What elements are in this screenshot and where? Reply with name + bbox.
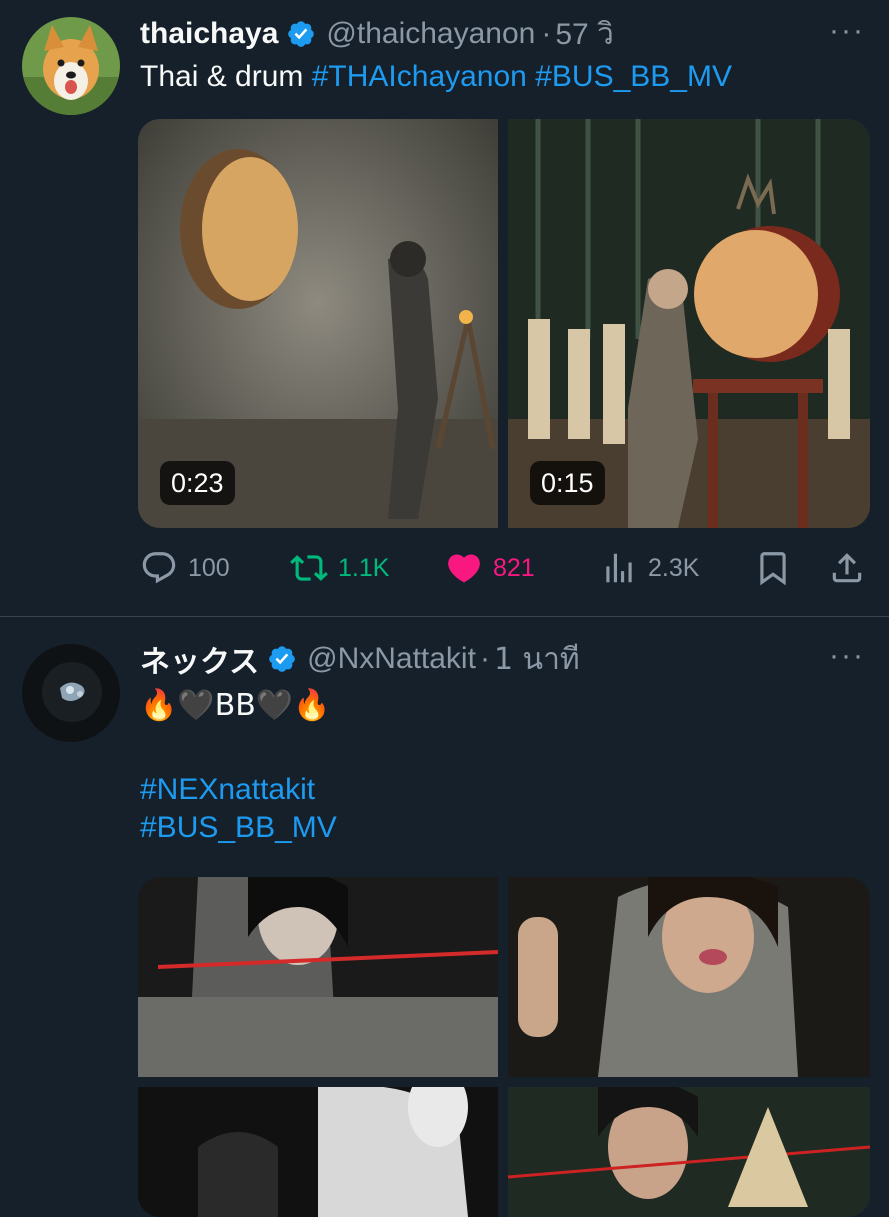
more-icon[interactable]: ··· [829, 639, 865, 673]
tweet-text: Thai & drum #THAIchayanon #BUS_BB_MV [140, 58, 732, 96]
views-count: 2.3K [648, 553, 700, 582]
video-duration: 0:23 [160, 461, 235, 505]
video-thumbnail[interactable]: 0:15 [508, 119, 870, 528]
like-count: 821 [493, 553, 535, 582]
separator: · [479, 642, 490, 675]
photo-thumbnail[interactable] [508, 877, 870, 1077]
media-grid: 0:23 0:15 [138, 119, 870, 528]
tweet-1[interactable]: thaichaya @thaichayanon · 57 วิ ··· Thai… [0, 0, 889, 615]
tweet-header: ネックス @NxNattakit · 1 นาที [140, 637, 580, 681]
media-grid [138, 877, 870, 1217]
display-name[interactable]: thaichaya [140, 17, 278, 51]
like-button[interactable]: 821 [445, 549, 535, 587]
tweet-header: thaichaya @thaichayanon · 57 วิ [140, 14, 614, 54]
avatar[interactable] [22, 17, 120, 115]
display-name[interactable]: ネックス [140, 637, 259, 681]
action-bar: 100 1.1K 821 2.3K [140, 543, 870, 593]
share-icon [832, 553, 862, 583]
bookmark-button[interactable] [754, 549, 792, 587]
photo-thumbnail[interactable] [138, 877, 498, 1077]
timestamp[interactable]: 57 วิ [555, 11, 614, 58]
video-thumbnail[interactable]: 0:23 [138, 119, 498, 528]
reply-button[interactable]: 100 [140, 549, 230, 587]
hashtag-link[interactable]: #BUS_BB_MV [140, 809, 337, 847]
verified-icon [269, 646, 295, 672]
like-icon [448, 554, 480, 583]
tweet-text-line: 🔥🖤BB🖤🔥 [140, 688, 331, 723]
views-icon [606, 553, 632, 583]
timestamp[interactable]: 1 นาที [494, 636, 580, 683]
photo-thumbnail[interactable] [138, 1087, 498, 1217]
verified-icon [288, 21, 315, 47]
handle[interactable]: @thaichayanon [326, 17, 535, 51]
more-icon[interactable]: ··· [829, 14, 865, 48]
reply-count: 100 [188, 553, 230, 582]
photo-thumbnail[interactable] [508, 1087, 870, 1217]
avatar[interactable] [22, 644, 120, 742]
handle[interactable]: @NxNattakit [307, 642, 476, 676]
repost-icon [290, 555, 328, 581]
share-button[interactable] [828, 549, 866, 587]
repost-button[interactable]: 1.1K [290, 549, 389, 587]
views-button[interactable]: 2.3K [600, 549, 699, 587]
repost-count: 1.1K [338, 553, 390, 582]
tweet-text-body: Thai & drum [140, 60, 312, 93]
hashtag-link[interactable]: #THAIchayanon [312, 60, 527, 93]
video-duration: 0:15 [530, 461, 605, 505]
separator: · [541, 17, 552, 50]
tweet-2[interactable]: ネックス @NxNattakit · 1 นาที ··· 🔥🖤BB🖤🔥 #NE… [0, 617, 889, 1217]
tweet-text: 🔥🖤BB🖤🔥 #NEXnattakit #BUS_BB_MV [140, 687, 337, 847]
reply-icon [142, 552, 176, 584]
hashtag-link[interactable]: #NEXnattakit [140, 771, 337, 809]
bookmark-icon [760, 552, 786, 586]
hashtag-link[interactable]: #BUS_BB_MV [535, 60, 732, 93]
